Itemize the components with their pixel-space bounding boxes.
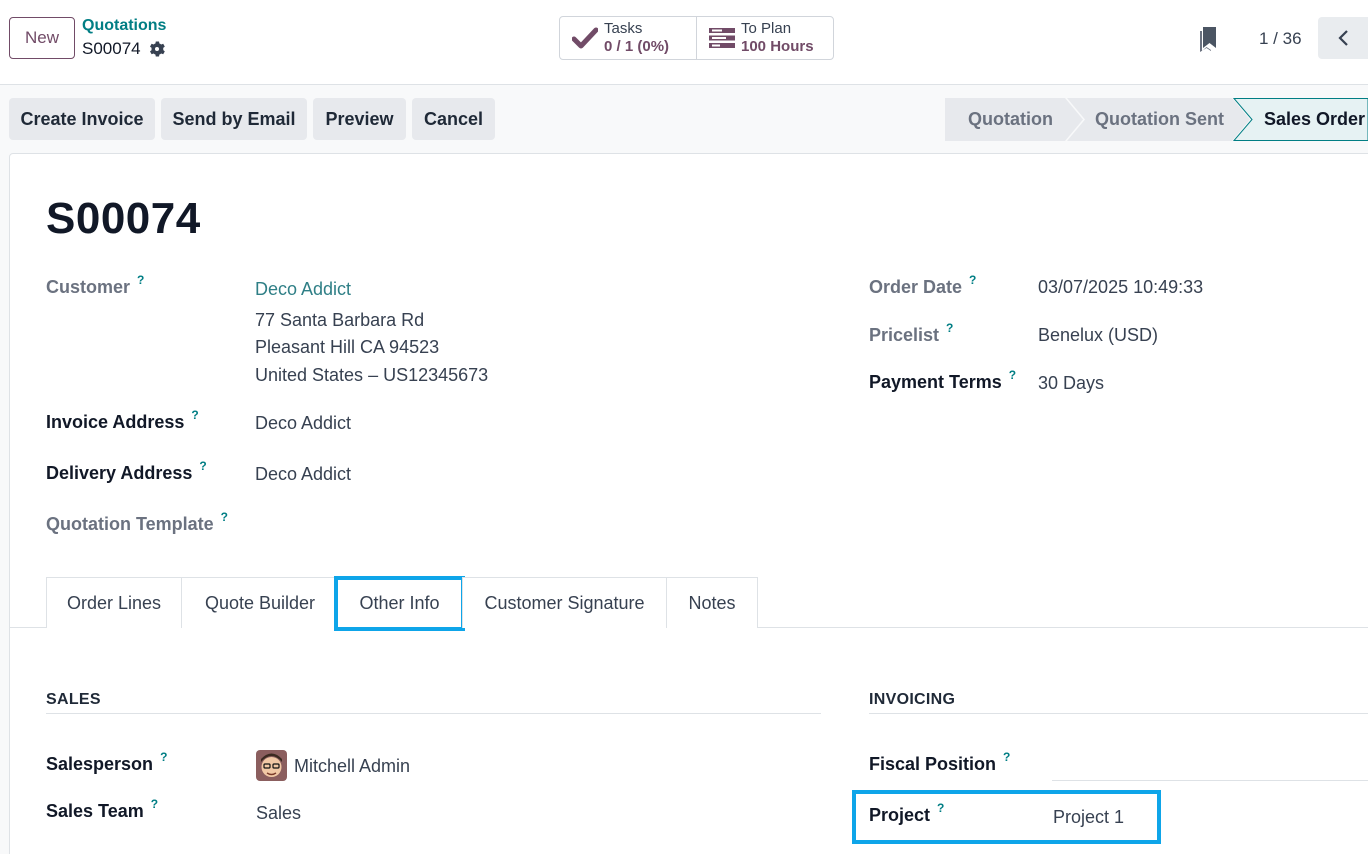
help-icon[interactable]: ? (191, 408, 198, 422)
pager-value[interactable]: 1 / 36 (1259, 29, 1302, 49)
tasks-label: Tasks (604, 20, 643, 37)
customer-label: Customer? (46, 273, 144, 298)
payment-terms-label-text: Payment Terms (869, 372, 1002, 392)
sales-section-divider (46, 713, 821, 714)
check-icon (566, 27, 604, 49)
tasks-smart-button[interactable]: Tasks 0 / 1 (0%) (559, 16, 697, 60)
send-by-email-button[interactable]: Send by Email (161, 98, 307, 140)
pager-previous-button[interactable] (1318, 17, 1368, 59)
help-icon[interactable]: ? (969, 273, 976, 287)
tasks-list-icon (703, 27, 741, 49)
preview-button[interactable]: Preview (313, 98, 406, 140)
breadcrumb-quotations[interactable]: Quotations (82, 17, 166, 35)
page-title: S00074 (46, 194, 201, 243)
help-icon[interactable]: ? (937, 801, 944, 815)
quotation-template-label: Quotation Template? (46, 510, 228, 535)
delivery-address-label-text: Delivery Address (46, 463, 193, 483)
help-icon[interactable]: ? (1003, 750, 1010, 764)
cancel-button[interactable]: Cancel (412, 98, 495, 140)
salesperson-label-text: Salesperson (46, 754, 154, 774)
project-field[interactable]: Project 1 (1053, 807, 1124, 828)
help-icon[interactable]: ? (160, 750, 167, 764)
avatar (256, 750, 287, 781)
status-step-sales-order[interactable]: Sales Order (1264, 109, 1365, 130)
customer-address-line1: 77 Santa Barbara Rd (255, 310, 425, 330)
tab-order-lines[interactable]: Order Lines (46, 577, 182, 628)
order-date-field[interactable]: 03/07/2025 10:49:33 (1038, 277, 1203, 298)
help-icon[interactable]: ? (221, 510, 228, 524)
breadcrumb-current-label: S00074 (82, 39, 141, 58)
salesperson-label: Salesperson? (46, 750, 167, 775)
form-sheet (9, 153, 1368, 854)
order-date-label: Order Date? (869, 273, 976, 298)
help-icon[interactable]: ? (137, 273, 144, 287)
salesperson-field[interactable]: Mitchell Admin (294, 756, 410, 777)
quotation-template-label-text: Quotation Template (46, 514, 214, 534)
project-label-text: Project (869, 805, 931, 825)
invoicing-section-title: INVOICING (869, 691, 956, 708)
bookmark-icon[interactable] (1198, 26, 1218, 57)
new-button[interactable]: New (9, 17, 75, 59)
sales-section-title: SALES (46, 691, 101, 708)
sales-team-label: Sales Team? (46, 797, 158, 822)
fiscal-position-label-text: Fiscal Position (869, 754, 997, 774)
to-plan-smart-button[interactable]: To Plan 100 Hours (696, 16, 834, 60)
sales-team-label-text: Sales Team (46, 801, 144, 821)
help-icon[interactable]: ? (946, 321, 953, 335)
to-plan-label: To Plan (741, 20, 792, 37)
status-step-quotation[interactable]: Quotation (968, 109, 1053, 130)
help-icon[interactable]: ? (1009, 368, 1016, 382)
delivery-address-label: Delivery Address? (46, 459, 207, 484)
status-bar: Quotation Quotation Sent Sales Order (945, 98, 1368, 141)
invoicing-section-divider (869, 713, 1368, 714)
pricelist-label: Pricelist? (869, 321, 953, 346)
fiscal-position-input[interactable] (1052, 780, 1368, 781)
create-invoice-button[interactable]: Create Invoice (9, 98, 155, 140)
fiscal-position-label: Fiscal Position? (869, 750, 1010, 775)
sales-team-field[interactable]: Sales (256, 803, 301, 824)
tasks-value: 0 / 1 (0%) (604, 38, 670, 55)
payment-terms-label: Payment Terms? (869, 368, 1016, 393)
tab-other-info[interactable]: Other Info (334, 576, 465, 631)
chevron-left-icon (1338, 30, 1348, 46)
pricelist-label-text: Pricelist (869, 325, 940, 345)
invoice-address-field[interactable]: Deco Addict (255, 413, 351, 434)
customer-address-line3: United States – US12345673 (255, 365, 489, 385)
breadcrumb-current: S00074 (82, 39, 165, 59)
control-panel: New Quotations S00074 Tasks 0 / 1 (0%) T… (0, 0, 1368, 85)
invoice-address-label-text: Invoice Address (46, 412, 185, 432)
status-step-quotation-sent[interactable]: Quotation Sent (1095, 109, 1224, 130)
pricelist-field[interactable]: Benelux (USD) (1038, 325, 1158, 346)
customer-address-line2: Pleasant Hill CA 94523 (255, 337, 440, 357)
order-date-label-text: Order Date (869, 277, 963, 297)
customer-label-text: Customer (46, 277, 131, 297)
delivery-address-field[interactable]: Deco Addict (255, 464, 351, 485)
project-label: Project? (869, 801, 944, 826)
to-plan-value: 100 Hours (741, 38, 814, 55)
payment-terms-field[interactable]: 30 Days (1038, 373, 1104, 394)
tab-customer-signature[interactable]: Customer Signature (462, 577, 667, 628)
help-icon[interactable]: ? (199, 459, 206, 473)
help-icon[interactable]: ? (151, 797, 158, 811)
gear-icon[interactable] (149, 41, 165, 57)
invoice-address-label: Invoice Address? (46, 408, 199, 433)
tab-notes[interactable]: Notes (666, 577, 758, 628)
tab-quote-builder[interactable]: Quote Builder (181, 577, 339, 628)
customer-name-link[interactable]: Deco Addict (255, 279, 351, 300)
